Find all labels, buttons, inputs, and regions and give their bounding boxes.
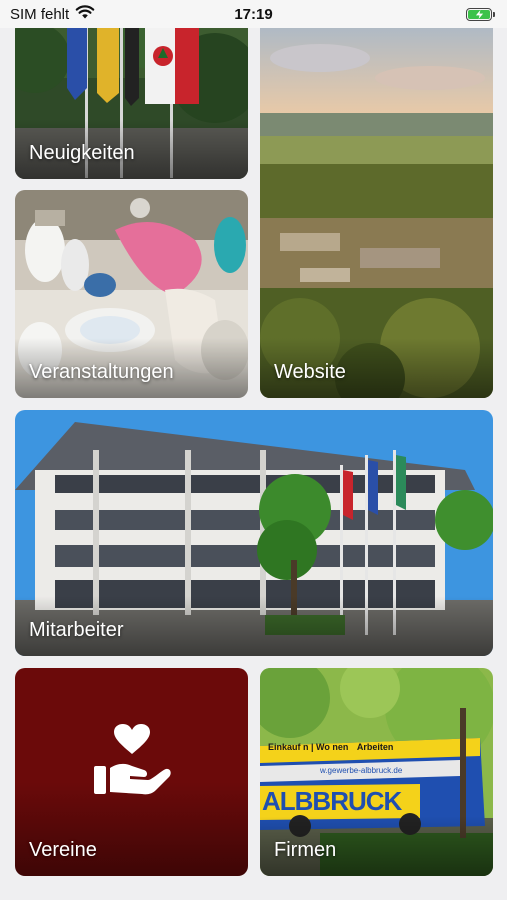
tile-neuigkeiten[interactable]: Neuigkeiten (15, 18, 248, 179)
tile-label: Neuigkeiten (29, 142, 135, 164)
battery-icon (466, 7, 495, 21)
tile-vereine[interactable]: Vereine (15, 668, 248, 876)
carrier-label: SIM fehlt (10, 5, 70, 23)
tile-label: Mitarbeiter (29, 619, 124, 641)
tile-label: Vereine (29, 839, 97, 861)
tile-firmen[interactable]: Einkauf n | Wo nen Arbeiten w.gewerbe-al… (260, 668, 493, 876)
tile-mitarbeiter[interactable]: Mitarbeiter (15, 410, 493, 656)
bus-headline: Einkauf n | Wo nen Arbeiten (268, 742, 394, 752)
wifi-icon (75, 4, 95, 24)
bus-website: w.gewerbe-albbruck.de (320, 766, 403, 775)
tile-website[interactable]: Website (260, 18, 493, 398)
bus-brand: ALBBRUCK (262, 786, 402, 816)
heart-hand-icon (94, 724, 171, 795)
status-bar: SIM fehlt 17:19 (0, 0, 507, 28)
tile-label: Firmen (274, 839, 337, 861)
tile-veranstaltungen[interactable]: Veranstaltungen (15, 190, 248, 398)
tile-label: Veranstaltungen (29, 361, 174, 383)
status-left: SIM fehlt (10, 4, 95, 24)
tile-label: Website (274, 361, 346, 383)
